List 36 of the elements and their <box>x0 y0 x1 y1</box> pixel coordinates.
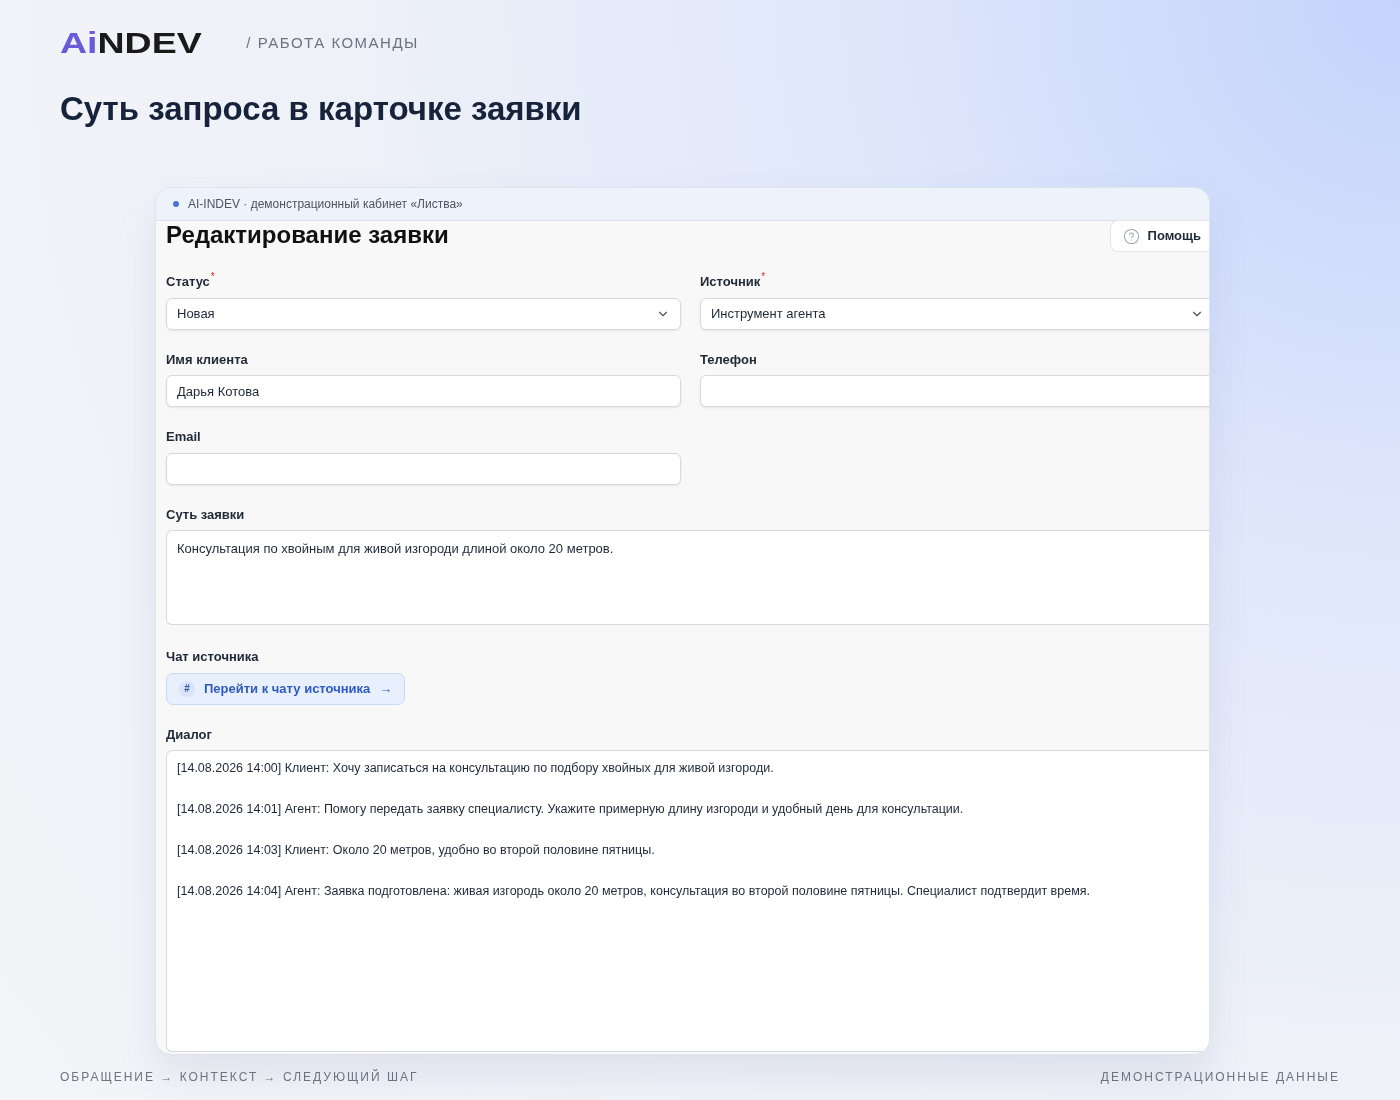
arrow-icon: → <box>379 678 393 699</box>
form-heading: Редактирование заявки <box>166 223 449 247</box>
field-label: Телефон <box>700 350 757 369</box>
required-mark: * <box>210 272 215 282</box>
summary-field[interactable]: Консультация по хвойным для живой изгороди длиной около 20 метров. <box>166 530 1209 625</box>
logo: AiNDEV <box>60 28 202 58</box>
select-field[interactable]: Новая <box>166 297 681 330</box>
field-label: Email <box>166 428 201 446</box>
section-label: / РАБОТА КОМАНДЫ <box>246 32 419 53</box>
input-field[interactable]: Дарья Котова <box>166 375 681 407</box>
dialog-message: [14.08.2026 14:01] Агент: Помогу передать заявку специалисту. Укажите примерную длину изгороди и удобный день для консультации. <box>177 801 964 818</box>
field-label: Чат источника <box>166 648 259 666</box>
dialog-message: [14.08.2026 14:00] Клиент: Хочу записаться на консультацию по подбору хвойных для живой изгороди. <box>177 760 774 777</box>
link-text: Перейти к чату источника <box>204 679 371 698</box>
field-label: Суть заявки <box>166 505 246 524</box>
required-mark: * <box>761 272 766 282</box>
input-field[interactable] <box>700 375 1209 407</box>
hash-icon: # <box>179 680 195 697</box>
dialog-message: [14.08.2026 14:04] Агент: Заявка подготовлена: живая изгородь около 20 метров, консультация во второй половине пятницы. Специалист подтвердит время. <box>177 883 1090 900</box>
select-value: Инструмент агента <box>711 304 826 323</box>
source-chat-link[interactable]: # Перейти к чату источника → <box>166 672 406 705</box>
footer-steps: ОБРАЩЕНИЕ → КОНТЕКСТ → СЛЕДУЮЩИЙ ШАГ <box>60 1068 419 1086</box>
dialog-field[interactable] <box>166 750 1209 1052</box>
field-label: Имя клиента <box>166 350 248 369</box>
field-label: Статус <box>166 273 210 291</box>
input-field[interactable] <box>166 452 681 485</box>
help-icon <box>1122 227 1140 245</box>
page-title: Суть запроса в карточке заявки <box>59 92 583 125</box>
field-label: Диалог <box>166 725 213 744</box>
select-field[interactable]: Инструмент агента <box>700 297 1209 330</box>
dialog-message: [14.08.2026 14:03] Клиент: Около 20 метров, удобно во второй половине пятницы. <box>177 842 655 859</box>
footer-note: ДЕМОНСТРАЦИОННЫЕ ДАННЫЕ <box>1100 1069 1340 1086</box>
field-label: Источник <box>700 273 761 291</box>
select-value: Новая <box>177 304 215 323</box>
window-title: AI-INDEV · демонстрационный кабинет «Листва» <box>188 196 463 213</box>
help-button[interactable]: Помощь <box>1109 220 1209 252</box>
